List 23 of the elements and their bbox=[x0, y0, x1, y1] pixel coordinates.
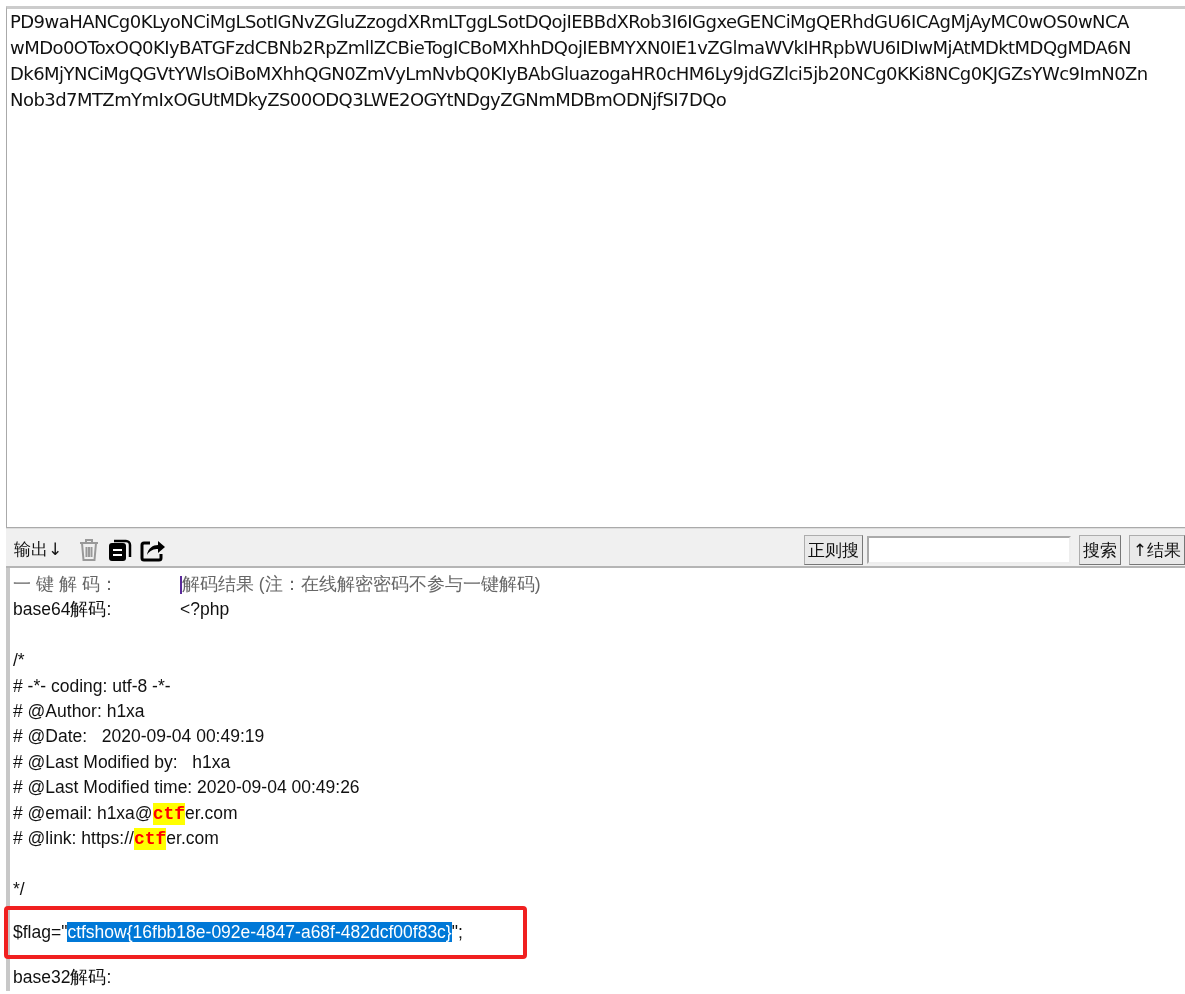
code-line: */ bbox=[13, 877, 26, 901]
input-text-line: Nob3d7MTZmYmIxOGUtMDkyZS00ODQ3LWE2OGYtNDgyZGNmMDBmODNjfSI7DQo bbox=[10, 88, 728, 112]
copy-icon[interactable] bbox=[108, 537, 133, 562]
row-label: 一 键 解 码： bbox=[13, 573, 119, 596]
code-line: # @Author: h1xa bbox=[13, 699, 146, 723]
text-cursor bbox=[180, 575, 182, 594]
input-text-line: wMDo0OToxOQ0KIyBATGFzdCBNb2RpZmllZCBieTogICBoMXhhDQojIEBMYXN0IE1vZGlmaWVkIHRpbWU6IDIwMjAtMDktMDQgMDA6N bbox=[10, 36, 1132, 60]
code-line: # @Date: 2020-09-04 00:49:19 bbox=[13, 725, 266, 749]
search-field[interactable] bbox=[866, 535, 1071, 564]
code-line: # @Last Modified time: 2020-09-04 00:49:26 bbox=[13, 776, 361, 800]
code-line: /* bbox=[13, 649, 26, 673]
result-note: 解码结果 (注：在线解密密码不参与一键解码) bbox=[182, 573, 541, 596]
regex-search-button[interactable]: 正则搜 bbox=[803, 534, 863, 565]
result-button[interactable]: ↑结果 bbox=[1128, 534, 1185, 565]
row-label: base64解码: bbox=[13, 598, 113, 622]
input-text-line: Dk6MjYNCiMgQGVtYWlsOiBoMXhhQGN0ZmVyLmNvbQ0KIyBAbGluazogaHR0cHM6Ly9jdGZlci5jb20NCg0KKi8NCg0KJGZsYWc9ImN0Zn bbox=[10, 62, 1149, 86]
code-line: # @Last Modified by: h1xa bbox=[13, 750, 232, 774]
code-line: # -*- coding: utf-8 -*- bbox=[13, 674, 172, 698]
search-button[interactable]: 搜索 bbox=[1078, 534, 1121, 565]
row-value: <?php bbox=[180, 598, 230, 622]
output-dropdown[interactable]: 输出↓ bbox=[14, 536, 63, 563]
input-text-line: PD9waHANCg0KLyoNCiMgLSotIGNvZGluZzogdXRmLTggLSotDQojIEBBdXRob3I6IGgxeGENCiMgQERhdGU6ICAgMjAyMC0wOS0wNCA bbox=[10, 10, 1130, 34]
row-label: base32解码: bbox=[13, 966, 113, 990]
